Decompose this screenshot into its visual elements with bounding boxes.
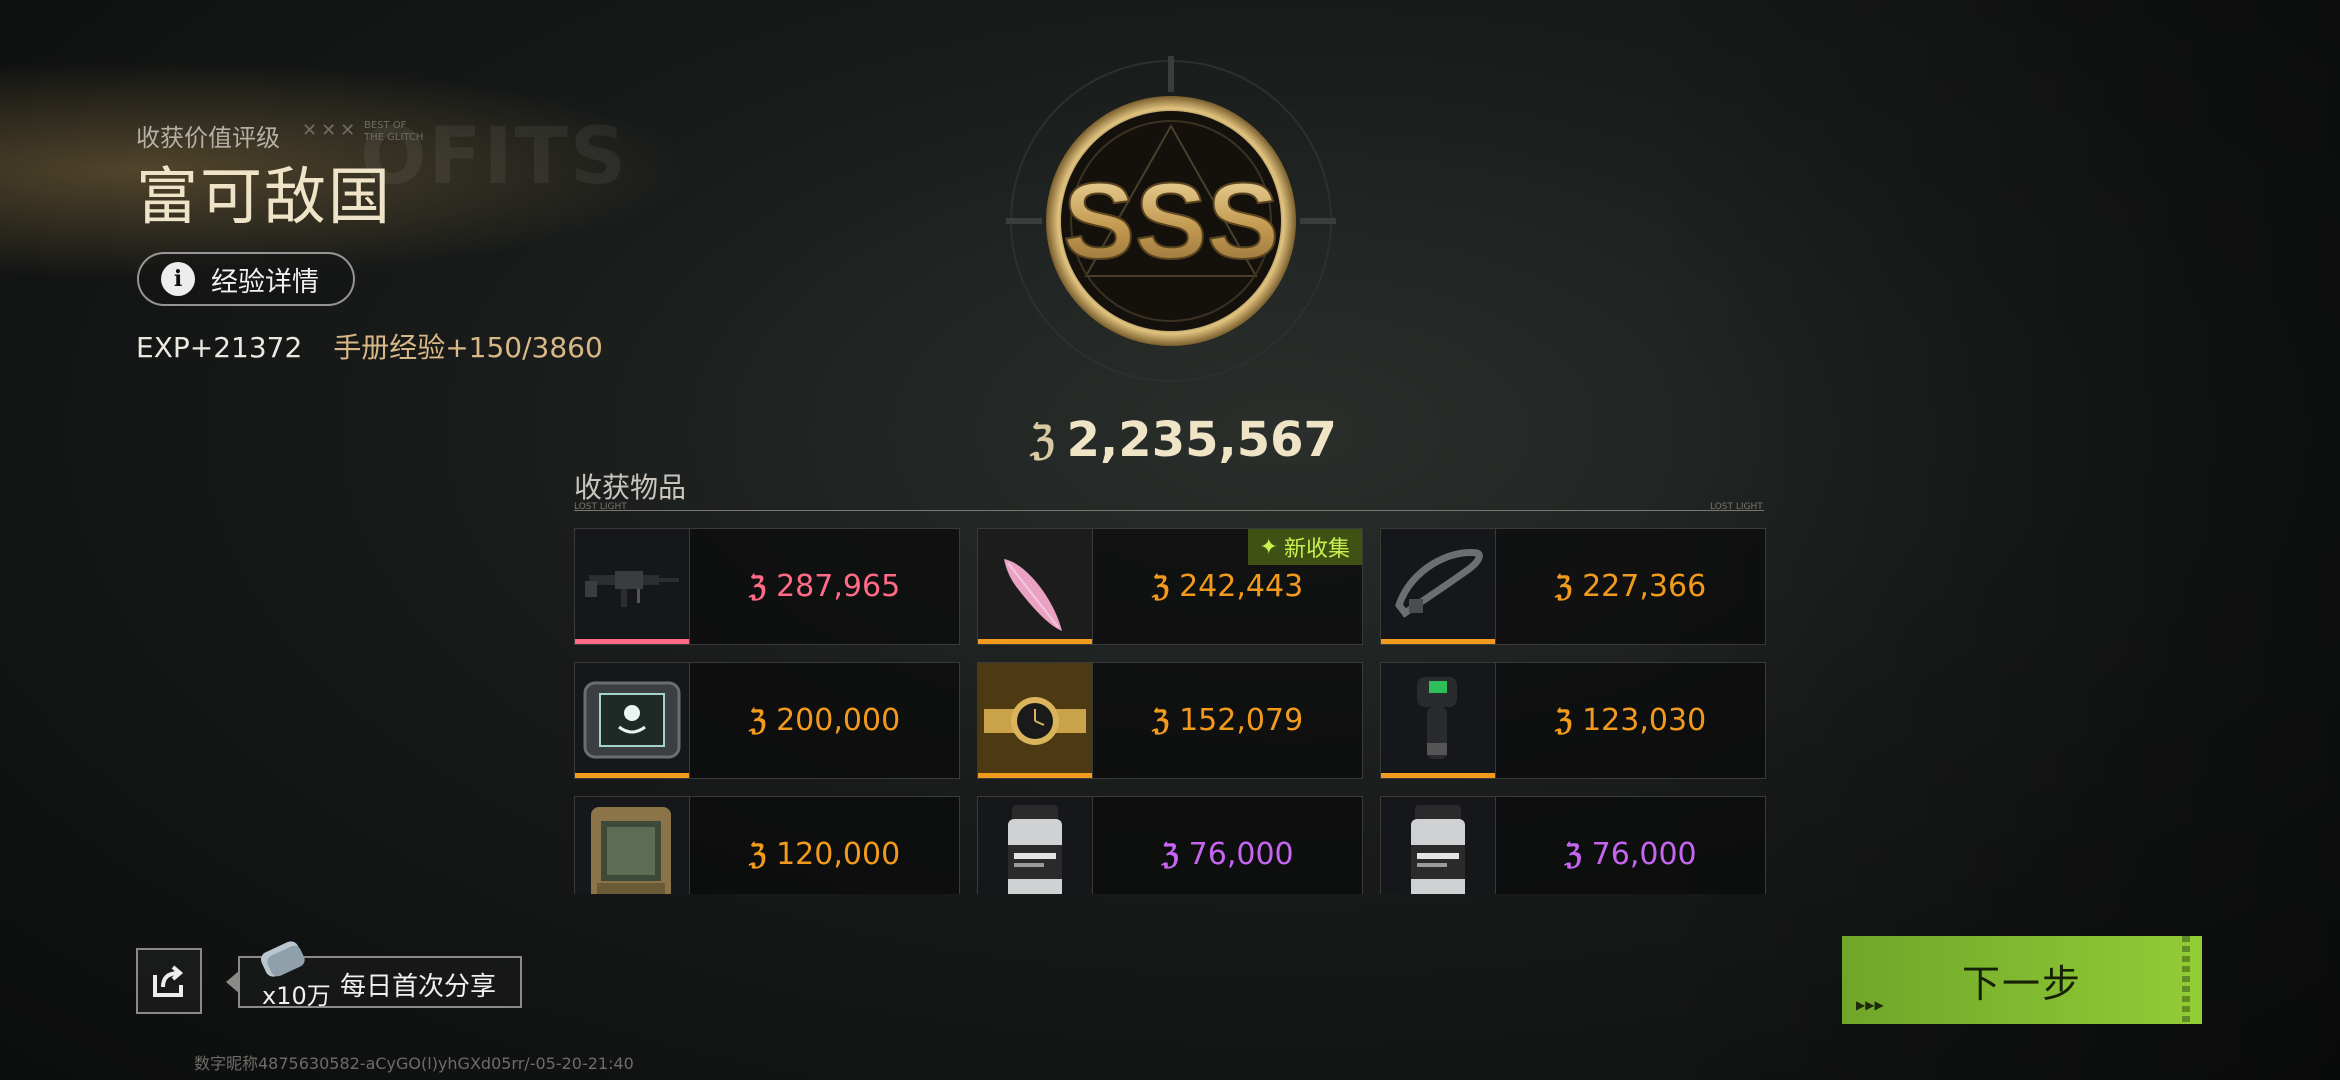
rarity-bar bbox=[978, 773, 1092, 778]
share-reward-label: 每日首次分享 bbox=[340, 972, 497, 1002]
rarity-bar bbox=[1381, 639, 1495, 644]
grade-text: SSS bbox=[1063, 160, 1279, 281]
item-value-amount: 76,000 bbox=[1591, 837, 1697, 872]
player-watermark: 数字昵称4875630582-aCyGO(l)yhGXd05rr/-05-20-… bbox=[194, 1054, 634, 1073]
item-value-amount: 200,000 bbox=[776, 703, 901, 738]
item-card[interactable]: ℨ 227,366 bbox=[1380, 528, 1766, 645]
next-button-decoration bbox=[2182, 936, 2190, 1024]
share-icon bbox=[153, 965, 184, 997]
item-card[interactable]: ℨ 120,000 bbox=[574, 796, 960, 894]
new-collection-badge: ✦ 新收集 bbox=[1247, 529, 1362, 565]
next-step-label: 下一步 bbox=[1961, 961, 2082, 1006]
next-arrows-icon: ▶▶▶ bbox=[1856, 998, 1884, 1012]
item-value: ℨ 287,965 bbox=[690, 529, 959, 644]
item-card[interactable]: ℨ 123,030 bbox=[1380, 662, 1766, 779]
info-icon: i bbox=[161, 262, 195, 296]
currency-icon: ℨ bbox=[1030, 416, 1055, 464]
currency-icon: ℨ bbox=[748, 838, 767, 871]
rating-decoration-text: BEST OF THE GLITCH bbox=[364, 120, 424, 143]
rarity-bar bbox=[1381, 773, 1495, 778]
item-card[interactable]: ℨ 76,000 bbox=[977, 796, 1363, 894]
exp-value: EXP+21372 bbox=[136, 331, 303, 364]
exp-details-button[interactable]: i 经验详情 bbox=[137, 252, 355, 306]
item-card[interactable]: ℨ 242,443 ✦ 新收集 bbox=[977, 528, 1363, 645]
item-value-amount: 120,000 bbox=[776, 837, 901, 872]
item-value: ℨ 76,000 bbox=[1093, 797, 1362, 894]
item-card[interactable]: ℨ 152,079 bbox=[977, 662, 1363, 779]
item-value: ℨ 76,000 bbox=[1496, 797, 1765, 894]
tablet-device-icon bbox=[575, 663, 690, 778]
share-button[interactable] bbox=[136, 948, 202, 1014]
items-grid: ℨ 287,965 ℨ 242,443 ✦ 新收集 ℨ 227,366 ℨ 200,000 ℨ 152… bbox=[574, 528, 1766, 894]
item-value: ℨ 123,030 bbox=[1496, 663, 1765, 778]
items-grid-viewport[interactable]: ℨ 287,965 ℨ 242,443 ✦ 新收集 ℨ 227,366 ℨ 200,000 ℨ 152… bbox=[574, 528, 1766, 894]
thermometer-gun-icon bbox=[1381, 663, 1496, 778]
new-collection-label: 新收集 bbox=[1283, 537, 1350, 562]
item-value-amount: 152,079 bbox=[1179, 703, 1304, 738]
currency-icon: ℨ bbox=[1564, 838, 1582, 871]
item-value-amount: 76,000 bbox=[1188, 837, 1294, 872]
pink-feather-icon bbox=[978, 529, 1093, 644]
currency-icon: ℨ bbox=[1554, 704, 1573, 737]
divider-tag-left: LOST LIGHT bbox=[574, 502, 627, 512]
rating-decoration: ✕✕✕ bbox=[302, 120, 360, 141]
items-section-title: 收获物品 bbox=[574, 471, 687, 504]
rarity-bar bbox=[575, 639, 689, 644]
item-card[interactable]: ℨ 76,000 bbox=[1380, 796, 1766, 894]
currency-icon: ℨ bbox=[1151, 704, 1170, 737]
camo-device-icon bbox=[575, 797, 690, 894]
item-value-amount: 227,366 bbox=[1582, 569, 1707, 604]
total-value: ℨ 2,235,567 bbox=[1030, 412, 1337, 468]
divider-tag-right: LOST LIGHT bbox=[1710, 502, 1763, 512]
rating-title: 富可敌国 bbox=[136, 160, 393, 233]
item-value: ℨ 120,000 bbox=[690, 797, 959, 894]
item-value-amount: 123,030 bbox=[1582, 703, 1707, 738]
canister-icon bbox=[978, 797, 1093, 894]
gold-watch-icon bbox=[978, 663, 1093, 778]
rarity-bar bbox=[978, 639, 1092, 644]
exp-line: EXP+21372 手册经验+150/3860 bbox=[136, 326, 603, 366]
exp-details-label: 经验详情 bbox=[211, 266, 319, 298]
item-card[interactable]: ℨ 287,965 bbox=[574, 528, 960, 645]
item-value-amount: 242,443 bbox=[1179, 569, 1304, 604]
sss-grade-emblem: SSS bbox=[1006, 56, 1336, 382]
sparkle-icon: ✦ bbox=[1259, 534, 1278, 560]
currency-icon: ℨ bbox=[748, 570, 767, 603]
item-value: ℨ 152,079 bbox=[1093, 663, 1362, 778]
total-value-amount: 2,235,567 bbox=[1066, 412, 1337, 468]
next-step-button[interactable]: 下一步 ▶▶▶ bbox=[1842, 936, 2202, 1024]
rarity-bar bbox=[575, 773, 689, 778]
machine-gun-icon bbox=[575, 529, 690, 644]
canister-icon bbox=[1381, 797, 1496, 894]
items-divider bbox=[574, 510, 1764, 511]
item-value: ℨ 227,366 bbox=[1496, 529, 1765, 644]
currency-icon: ℨ bbox=[748, 704, 767, 737]
currency-icon: ℨ bbox=[1151, 570, 1170, 603]
item-card[interactable]: ℨ 200,000 bbox=[574, 662, 960, 779]
currency-icon: ℨ bbox=[1554, 570, 1573, 603]
currency-icon: ℨ bbox=[1161, 838, 1179, 871]
share-reward-multiplier: x10万 bbox=[262, 982, 331, 1010]
manual-exp: 手册经验+150/3860 bbox=[333, 331, 603, 364]
item-value-amount: 287,965 bbox=[776, 569, 901, 604]
cable-tie-icon bbox=[1381, 529, 1496, 644]
item-value: ℨ 200,000 bbox=[690, 663, 959, 778]
